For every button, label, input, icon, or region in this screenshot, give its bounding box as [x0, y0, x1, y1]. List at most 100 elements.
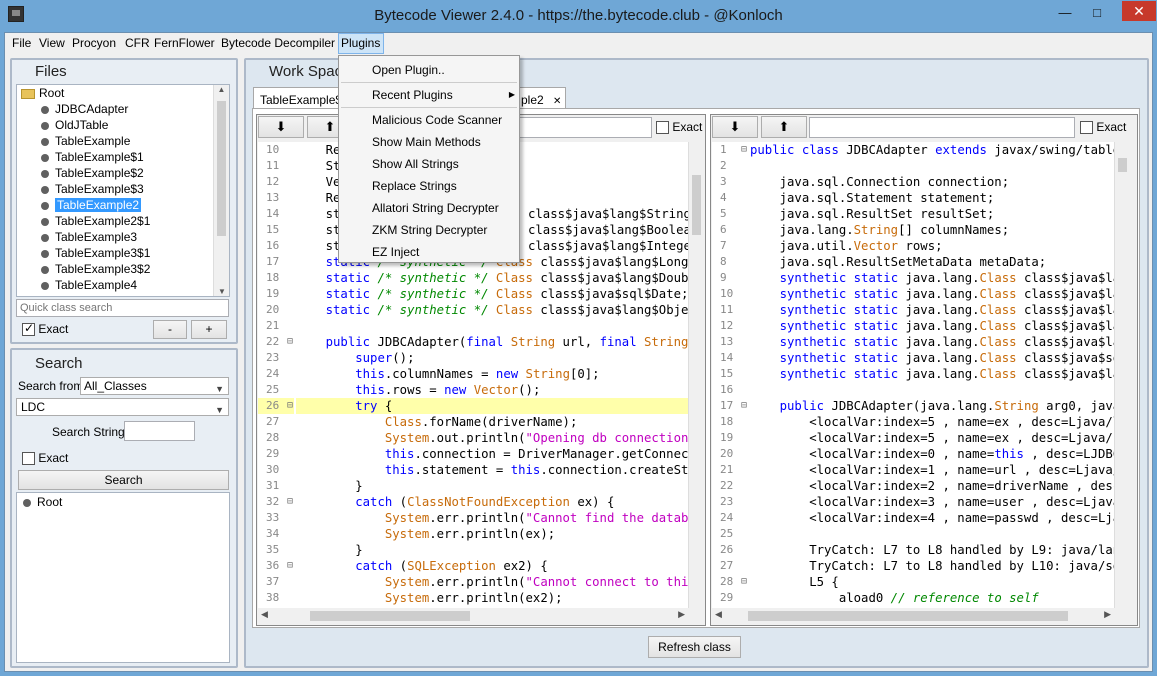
checkbox-checked-icon[interactable]	[22, 321, 35, 337]
minimize-button[interactable]: —	[1053, 4, 1077, 22]
scroll-left-icon[interactable]: ◀	[261, 609, 268, 620]
code-line: java.sql.ResultSet resultSet;	[750, 207, 995, 221]
scroll-thumb[interactable]	[748, 611, 1068, 621]
menu-view[interactable]: View	[37, 33, 67, 54]
recent-plugins-label: Recent Plugins	[372, 88, 453, 102]
scroll-left-icon[interactable]: ◀	[715, 609, 722, 620]
menu-open-plugin[interactable]: Open Plugin..	[339, 59, 519, 81]
file-tree[interactable]: Root JDBCAdapter OldJTable TableExample Tab…	[16, 84, 230, 297]
tree-class-item[interactable]: TableExample3$1	[17, 245, 229, 261]
tree-class-item[interactable]: TableExample	[17, 133, 229, 149]
menu-file[interactable]: File	[10, 33, 33, 54]
code-line: super();	[355, 351, 415, 365]
fold-icon[interactable]: ⊟	[287, 558, 293, 574]
submenu-arrow-icon: ▶	[508, 90, 515, 99]
fold-icon[interactable]: ⊟	[287, 494, 293, 510]
upload-icon: ⬆	[324, 119, 336, 134]
menu-allatori-string-decrypter[interactable]: Allatori String Decrypter	[339, 197, 519, 219]
search-result-root[interactable]: Root	[17, 494, 229, 510]
scroll-up-icon[interactable]: ▲	[214, 85, 229, 99]
tree-class-item[interactable]: OldJTable	[17, 117, 229, 133]
code-line: }	[296, 543, 363, 557]
tree-class-item[interactable]: TableExample3$2	[17, 261, 229, 277]
search-button[interactable]: Search	[18, 470, 229, 490]
tree-class-item[interactable]: TableExample4	[17, 277, 229, 293]
scroll-right-icon[interactable]: ▶	[678, 609, 685, 620]
right-code-area[interactable]: public class JDBCAdapter extends javax/s…	[748, 142, 1114, 608]
maximize-button[interactable]: □	[1085, 4, 1109, 22]
menu-recent-plugins[interactable]: Recent Plugins ▶	[339, 84, 519, 106]
files-exact-checkbox[interactable]: Exact	[22, 321, 68, 337]
right-export-button[interactable]: ⬇	[712, 116, 758, 138]
tree-root[interactable]: Root	[17, 85, 229, 101]
code-line: L5 {	[750, 575, 839, 589]
line-number: 16	[266, 239, 280, 252]
scroll-thumb[interactable]	[1118, 158, 1127, 172]
fold-icon[interactable]: ⊟	[287, 334, 293, 350]
menu-plugins[interactable]: Plugins	[338, 33, 384, 54]
line-number: 16	[720, 383, 734, 396]
left-exact-checkbox[interactable]: Exact	[656, 120, 702, 135]
tree-class-item[interactable]: TableExample$2	[17, 165, 229, 181]
right-exact-checkbox[interactable]: Exact	[1080, 120, 1126, 135]
menu-show-all-strings[interactable]: Show All Strings	[339, 153, 519, 175]
right-code-vscroll[interactable]	[1114, 142, 1130, 608]
class-node-icon	[41, 217, 49, 226]
tree-class-item[interactable]: TableExample2	[17, 197, 229, 213]
menu-zkm-string-decrypter[interactable]: ZKM String Decrypter	[339, 219, 519, 241]
line-number: 20	[266, 303, 280, 316]
file-tree-scrollbar[interactable]: ▲ ▼	[213, 85, 229, 296]
search-exact-checkbox[interactable]: Exact	[22, 451, 68, 466]
fold-icon[interactable]: ⊟	[741, 142, 747, 158]
search-type-select[interactable]: LDC ▼	[16, 398, 229, 416]
left-code-hscroll[interactable]: ◀ ▶	[258, 608, 688, 624]
left-code-vscroll[interactable]	[688, 142, 704, 608]
close-button[interactable]: ✕	[1122, 1, 1156, 21]
tree-class-item[interactable]: TableExample2$1	[17, 213, 229, 229]
tab-table-example-2-b[interactable]: ple2 ✕	[518, 87, 566, 109]
fold-icon[interactable]: ⊟	[741, 398, 747, 414]
menu-bytecode-decompiler[interactable]: Bytecode Decompiler	[219, 33, 337, 54]
tree-class-item[interactable]: TableExample$1	[17, 149, 229, 165]
scroll-thumb[interactable]	[217, 101, 226, 236]
search-from-select[interactable]: All_Classes ▼	[80, 377, 229, 395]
menu-replace-strings[interactable]: Replace Strings	[339, 175, 519, 197]
menu-procyon[interactable]: Procyon	[70, 33, 118, 54]
fold-icon[interactable]: ⊟	[741, 574, 747, 590]
class-node-icon	[41, 137, 49, 146]
menu-ez-inject[interactable]: EZ Inject	[339, 241, 519, 263]
right-search-input[interactable]	[809, 117, 1075, 138]
scroll-thumb[interactable]	[310, 611, 470, 621]
menu-fernflower[interactable]: FernFlower	[152, 33, 217, 54]
right-import-button[interactable]: ⬆	[761, 116, 807, 138]
search-results-tree[interactable]: Root	[16, 492, 230, 663]
refresh-class-button[interactable]: Refresh class	[648, 636, 741, 658]
scroll-right-icon[interactable]: ▶	[1104, 609, 1111, 620]
left-export-button[interactable]: ⬇	[258, 116, 304, 138]
remove-file-button[interactable]: -	[153, 320, 187, 339]
class-node-icon	[41, 153, 49, 162]
right-code-hscroll[interactable]: ◀ ▶	[712, 608, 1114, 624]
quick-class-search[interactable]	[16, 299, 229, 317]
scroll-thumb[interactable]	[692, 175, 701, 235]
menu-malicious-code-scanner[interactable]: Malicious Code Scanner	[339, 109, 519, 131]
line-number: 31	[266, 479, 280, 492]
menu-separator	[341, 82, 517, 83]
add-file-button[interactable]: +	[191, 320, 227, 339]
checkbox-unchecked-icon[interactable]	[656, 121, 669, 135]
menu-show-main-methods[interactable]: Show Main Methods	[339, 131, 519, 153]
left-search-input[interactable]	[519, 117, 652, 138]
checkbox-unchecked-icon[interactable]	[22, 452, 35, 466]
line-number: 38	[266, 591, 280, 604]
code-line: <localVar:index=5 , name=ex , desc=Ljava…	[750, 431, 1114, 445]
fold-icon[interactable]: ⊟	[287, 398, 293, 414]
tree-class-item[interactable]: TableExample$3	[17, 181, 229, 197]
tree-class-item[interactable]: TableExample3	[17, 229, 229, 245]
menu-cfr[interactable]: CFR	[123, 33, 152, 54]
tab-table-example-2[interactable]: TableExample$2	[253, 87, 343, 109]
tab-close-icon[interactable]: ✕	[553, 96, 561, 107]
search-string-input[interactable]	[124, 421, 195, 441]
checkbox-unchecked-icon[interactable]	[1080, 121, 1093, 135]
scroll-down-icon[interactable]: ▼	[214, 287, 230, 296]
tree-class-item[interactable]: JDBCAdapter	[17, 101, 229, 117]
